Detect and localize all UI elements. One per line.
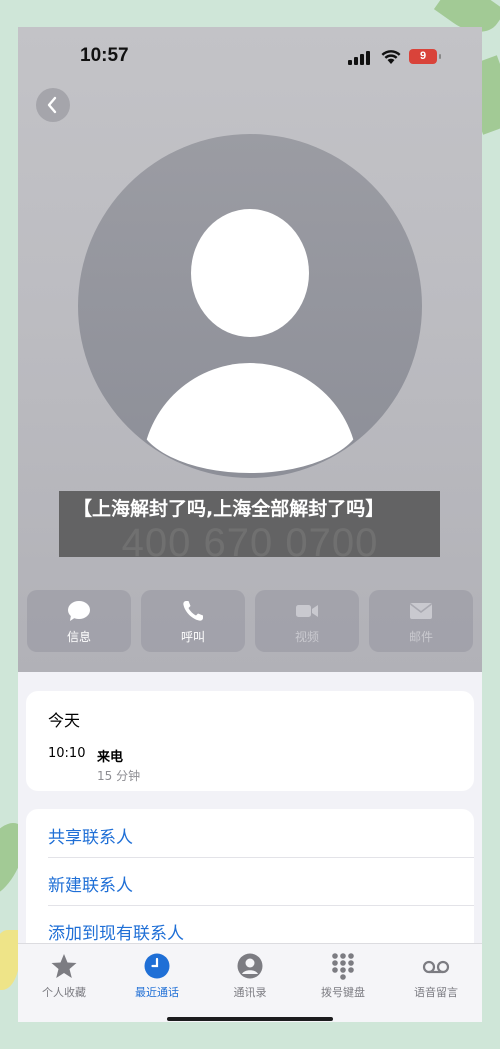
voicemail-icon [422,960,450,974]
recent-call-card: 今天 10:10 来电 15 分钟 [26,691,474,791]
phone-icon [183,601,203,621]
recent-day: 今天 [48,711,81,730]
mail-button[interactable]: 邮件 [369,590,473,652]
chevron-left-icon [47,96,57,114]
cellular-signal-icon [348,51,372,65]
video-label: 视频 [294,630,319,644]
wifi-icon [380,47,402,65]
person-circle-icon [237,953,263,979]
recent-type: 来电 [97,750,124,765]
avatar-head [191,209,309,337]
message-label: 信息 [66,630,91,644]
headline-text: 【上海解封了吗,上海全部解封了吗】 [73,498,385,520]
status-time: 10:57 [80,45,129,66]
contact-avatar [78,134,422,478]
star-icon [51,954,77,978]
call-button[interactable]: 呼叫 [141,590,245,652]
contact-links-card: 共享联系人 新建联系人 添加到现有联系人 [26,809,474,959]
tab-voicemail-label: 语音留言 [414,986,458,999]
tab-keypad[interactable]: 拨号键盘 [297,950,389,1006]
video-camera-icon [296,605,318,617]
tab-voicemail[interactable]: 语音留言 [390,950,482,1006]
message-bubble-icon [68,601,90,621]
home-indicator [167,1017,333,1021]
phone-screen: 10:57 9 400 670 0700 【上海解封了吗,上海全部解封了吗】 信… [18,27,482,1022]
battery-icon: 9 [409,49,437,64]
share-contact-link[interactable]: 共享联系人 [48,823,133,848]
recent-duration: 15 分钟 [97,769,141,783]
contact-actions: 信息 呼叫 视频 邮件 [27,590,473,652]
tab-recents-label: 最近通话 [135,986,179,999]
tab-contacts-label: 通讯录 [233,986,267,999]
avatar-shoulders [142,363,358,473]
video-button[interactable]: 视频 [255,590,359,652]
tab-recents[interactable]: 最近通话 [111,950,203,1006]
envelope-icon [410,603,432,619]
call-label: 呼叫 [180,630,205,644]
new-contact-link[interactable]: 新建联系人 [48,871,133,896]
headline-overlay: 【上海解封了吗,上海全部解封了吗】 [59,491,440,557]
status-bar: 10:57 9 [18,45,482,75]
mail-label: 邮件 [408,630,433,644]
recent-time: 10:10 [48,746,86,761]
tab-favorites-label: 个人收藏 [42,986,86,999]
message-button[interactable]: 信息 [27,590,131,652]
back-button[interactable] [36,88,70,122]
divider [48,857,474,858]
add-to-existing-contact-link[interactable]: 添加到现有联系人 [48,919,184,944]
keypad-icon [332,953,354,980]
tab-favorites[interactable]: 个人收藏 [18,950,110,1006]
divider [48,905,474,906]
clock-icon [144,953,170,979]
tab-keypad-label: 拨号键盘 [321,986,365,999]
tab-bar: 个人收藏 最近通话 通讯录 拨号键盘 语音留言 [18,943,482,1022]
tab-contacts[interactable]: 通讯录 [204,950,296,1006]
battery-cap [439,54,441,59]
contact-header: 10:57 9 400 670 0700 【上海解封了吗,上海全部解封了吗】 信… [18,27,482,672]
